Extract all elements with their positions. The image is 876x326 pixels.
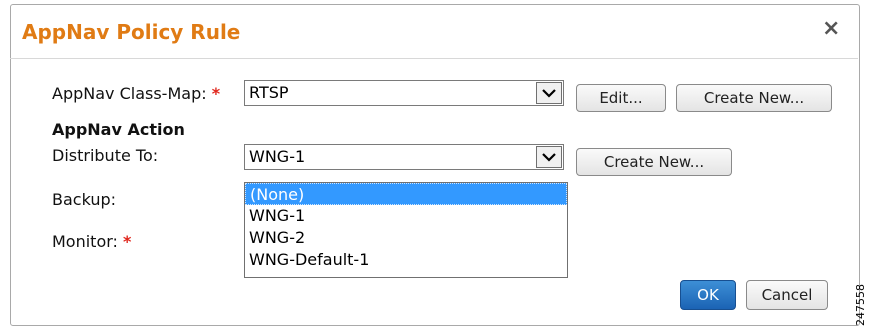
- class-map-select[interactable]: RTSP: [244, 80, 564, 106]
- figure-number: 247558: [854, 284, 867, 326]
- dialog-title: AppNav Policy Rule: [22, 20, 241, 44]
- backup-option-none[interactable]: (None): [245, 183, 567, 205]
- monitor-label-text: Monitor:: [52, 232, 118, 251]
- class-map-value: RTSP: [249, 83, 289, 102]
- create-new-distribute-button[interactable]: Create New...: [576, 148, 732, 176]
- backup-option-wng-2[interactable]: WNG-2: [245, 227, 567, 249]
- cancel-button[interactable]: Cancel: [746, 280, 828, 310]
- backup-option-wng-1[interactable]: WNG-1: [245, 205, 567, 227]
- chevron-down-icon[interactable]: [536, 82, 562, 104]
- title-divider: [10, 58, 858, 59]
- monitor-label: Monitor: *: [52, 232, 131, 251]
- edit-button[interactable]: Edit...: [576, 84, 666, 112]
- distribute-to-label: Distribute To:: [52, 146, 159, 165]
- backup-options-list[interactable]: (None) WNG-1 WNG-2 WNG-Default-1: [244, 182, 568, 278]
- chevron-down-icon[interactable]: [536, 146, 562, 168]
- required-asterisk: *: [123, 232, 132, 251]
- class-map-label-text: AppNav Class-Map:: [52, 84, 207, 103]
- appnav-action-heading: AppNav Action: [52, 120, 185, 139]
- create-new-class-map-button[interactable]: Create New...: [676, 84, 832, 112]
- class-map-label: AppNav Class-Map: *: [52, 84, 220, 103]
- close-icon[interactable]: ×: [822, 18, 840, 40]
- backup-option-wng-default-1[interactable]: WNG-Default-1: [245, 249, 567, 271]
- ok-button[interactable]: OK: [680, 280, 736, 310]
- required-asterisk: *: [211, 84, 221, 103]
- distribute-to-select[interactable]: WNG-1: [244, 144, 564, 170]
- distribute-to-value: WNG-1: [249, 147, 306, 166]
- backup-label: Backup:: [52, 190, 117, 209]
